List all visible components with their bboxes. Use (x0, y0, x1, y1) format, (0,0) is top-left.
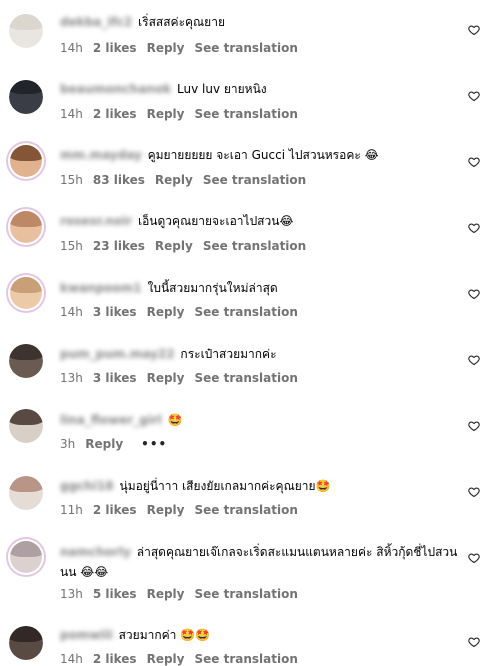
avatar[interactable] (9, 80, 43, 114)
see-translation-button[interactable]: See translation (194, 305, 297, 319)
avatar[interactable] (10, 211, 42, 243)
heart-icon[interactable] (468, 636, 480, 648)
reply-button[interactable]: Reply (147, 652, 185, 666)
reply-button[interactable]: Reply (155, 173, 193, 187)
likes-count[interactable]: 23 likes (93, 239, 145, 253)
comment-time: 14h (60, 107, 83, 121)
comment-meta: 14h 3 likes Reply See translation (60, 305, 308, 319)
comment-time: 13h (60, 371, 83, 385)
avatar[interactable] (9, 476, 43, 510)
reply-button[interactable]: Reply (147, 41, 185, 55)
comment-meta: 15h 83 likes Reply See translation (60, 173, 316, 187)
likes-count[interactable]: 2 likes (93, 652, 137, 666)
comment-username[interactable]: lina_flower_girl (60, 413, 162, 427)
likes-count[interactable]: 83 likes (93, 173, 145, 187)
comment-text: ใบนี้สวยมากรุ่นใหม่ล่าสุด (147, 281, 278, 295)
comment-username[interactable]: dekba_ifc2 (60, 15, 132, 29)
likes-count[interactable]: 2 likes (93, 503, 137, 517)
comment-meta: 11h 2 likes Reply See translation (60, 503, 308, 517)
heart-icon[interactable] (468, 90, 480, 102)
reply-button[interactable]: Reply (85, 437, 123, 451)
heart-icon[interactable] (468, 24, 480, 36)
likes-count[interactable]: 2 likes (93, 41, 137, 55)
avatar[interactable] (9, 14, 43, 48)
comment-text: กระเป๋าสวยมากค่ะ (180, 347, 277, 361)
comment-time: 14h (60, 41, 83, 55)
comment-time: 15h (60, 173, 83, 187)
see-translation-button[interactable]: See translation (194, 371, 297, 385)
heart-icon[interactable] (468, 222, 480, 234)
heart-icon[interactable] (468, 486, 480, 498)
likes-count[interactable]: 3 likes (93, 305, 137, 319)
comment-text: 🤩 (167, 413, 183, 427)
comment-time: 14h (60, 305, 83, 319)
see-translation-button[interactable]: See translation (203, 173, 306, 187)
comment-username[interactable]: ggchi18 (60, 479, 114, 493)
comment-username[interactable]: mm.mayday (60, 148, 142, 162)
reply-button[interactable]: Reply (147, 371, 185, 385)
reply-button[interactable]: Reply (155, 239, 193, 253)
comment-text: เอ็นดูวคุณยายจะเอาไปสวน😂 (138, 214, 294, 228)
heart-icon[interactable] (468, 354, 480, 366)
comment-username[interactable]: pomwiii (60, 628, 113, 642)
comment-time: 3h (60, 437, 76, 451)
comment-text: เริ่สสสค่ะคุณยาย (138, 15, 225, 29)
comment-text: Luv luv ยายหนิง (177, 82, 267, 96)
likes-count[interactable]: 5 likes (93, 587, 137, 601)
heart-icon[interactable] (468, 156, 480, 168)
comment-time: 14h (60, 652, 83, 666)
comment-time: 11h (60, 503, 83, 517)
comment-username[interactable]: pum_pum.may22 (60, 347, 175, 361)
avatar[interactable] (9, 409, 43, 443)
comment-meta: 14h 2 likes Reply See translation (60, 107, 308, 121)
heart-icon[interactable] (468, 420, 480, 432)
see-translation-button[interactable]: See translation (194, 41, 297, 55)
more-options-icon[interactable]: ••• (141, 437, 167, 451)
see-translation-button[interactable]: See translation (194, 587, 297, 601)
see-translation-button[interactable]: See translation (194, 652, 297, 666)
comment-meta: 3h Reply ••• (60, 437, 177, 451)
comment-time: 13h (60, 587, 83, 601)
avatar[interactable] (9, 626, 43, 660)
comment-text: คูมยายยยยย จะเอา Gucci ไปสวนหรอคะ 😂 (147, 148, 379, 162)
comment-text: นุ่มอยู่นี่าาา เสียงยัยเกลมากค่ะคุณยาย🤩 (119, 479, 331, 493)
comment-time: 15h (60, 239, 83, 253)
see-translation-button[interactable]: See translation (194, 503, 297, 517)
comment-text: สวยมากค่า 🤩🤩 (118, 628, 211, 642)
likes-count[interactable]: 2 likes (93, 107, 137, 121)
avatar[interactable] (10, 541, 42, 573)
heart-icon[interactable] (468, 552, 480, 564)
likes-count[interactable]: 3 likes (93, 371, 137, 385)
reply-button[interactable]: Reply (147, 107, 185, 121)
comment-username[interactable]: rosesr.noir (60, 214, 132, 228)
comment-username[interactable]: kwanpoom1 (60, 281, 142, 295)
comment-meta: 14h 2 likes Reply See translation (60, 652, 308, 666)
comment-meta: 13h 3 likes Reply See translation (60, 371, 308, 385)
see-translation-button[interactable]: See translation (203, 239, 306, 253)
comment-username[interactable]: namchorly (60, 545, 131, 559)
comment-meta: 14h 2 likes Reply See translation (60, 41, 308, 55)
see-translation-button[interactable]: See translation (194, 107, 297, 121)
reply-button[interactable]: Reply (147, 587, 185, 601)
avatar[interactable] (10, 277, 42, 309)
reply-button[interactable]: Reply (147, 503, 185, 517)
avatar[interactable] (10, 145, 42, 177)
avatar[interactable] (9, 344, 43, 378)
reply-button[interactable]: Reply (147, 305, 185, 319)
heart-icon[interactable] (468, 288, 480, 300)
comment-meta: 15h 23 likes Reply See translation (60, 239, 316, 253)
comment-meta: 13h 5 likes Reply See translation (60, 587, 308, 601)
comment-username[interactable]: beaumonchanok (60, 82, 171, 96)
